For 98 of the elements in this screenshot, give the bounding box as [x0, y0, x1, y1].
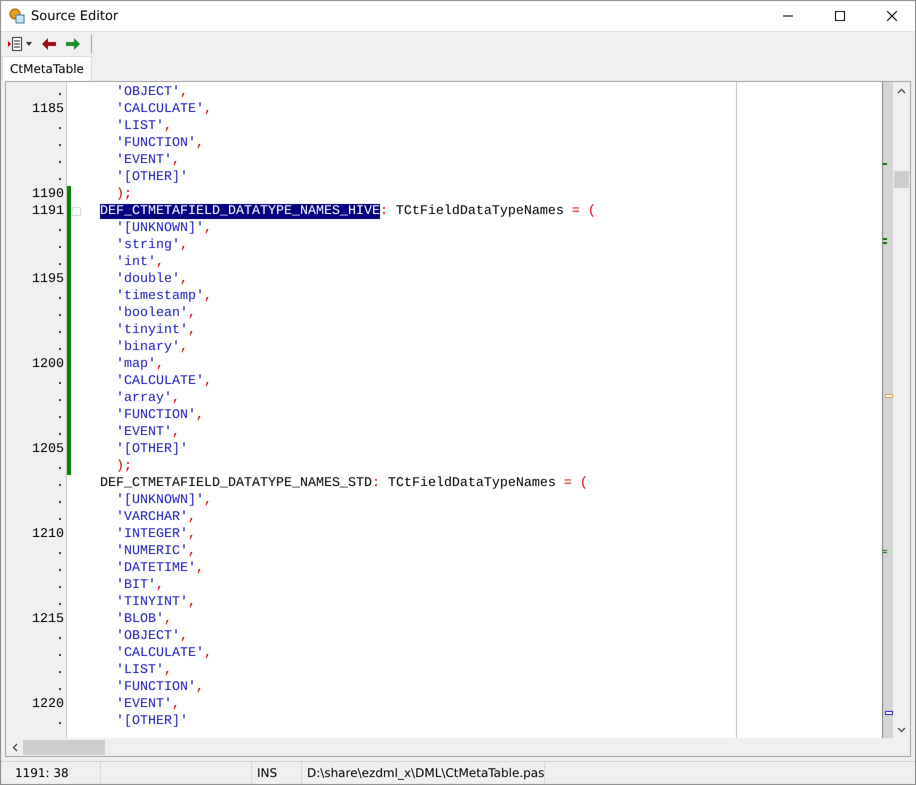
line-number: 1190: [31, 186, 65, 203]
line-number: .: [55, 169, 65, 186]
code-line: 'timestamp',: [114, 288, 212, 305]
line-number: .: [55, 679, 65, 696]
code-line: 'TINYINT',: [114, 594, 196, 611]
code-line: );: [114, 186, 132, 203]
code-line: DEF_CTMETAFIELD_DATATYPE_NAMES_HIVE: TCtFieldDataTypeNames = (: [100, 203, 596, 220]
line-number: .: [55, 713, 65, 730]
line-number: .: [55, 152, 65, 169]
line-number: .: [55, 84, 65, 101]
right-arrow-icon: [65, 37, 81, 51]
code-line: 'BIT',: [114, 577, 164, 594]
chevron-up-icon: [897, 88, 906, 94]
line-number: .: [55, 645, 65, 662]
code-line: 'tinyint',: [114, 322, 196, 339]
cursor-position: 1191: 38: [1, 762, 101, 784]
line-number: 1200: [31, 356, 65, 373]
window-title: Source Editor: [31, 8, 120, 24]
code-line: 'string',: [114, 237, 188, 254]
line-number: .: [55, 220, 65, 237]
ruler-mark: [883, 238, 887, 244]
code-line: 'FUNCTION',: [114, 679, 204, 696]
code-line: 'INTEGER',: [114, 526, 196, 543]
line-number: .: [55, 237, 65, 254]
code-line: 'DATETIME',: [114, 560, 204, 577]
code-line: 'CALCULATE',: [114, 373, 212, 390]
maximize-icon: [835, 11, 845, 21]
line-number: 1220: [31, 696, 65, 713]
line-number: .: [55, 254, 65, 271]
close-icon: [887, 11, 897, 21]
line-number: .: [55, 560, 65, 577]
line-number: .: [55, 322, 65, 339]
code-line: 'OBJECT',: [114, 628, 188, 645]
code-line: '[OTHER]': [114, 441, 188, 458]
line-number: .: [55, 458, 65, 475]
code-line: 'CALCULATE',: [114, 101, 212, 118]
line-number: .: [55, 594, 65, 611]
line-number: .: [55, 339, 65, 356]
scroll-thumb[interactable]: [894, 171, 909, 188]
line-number: .: [55, 288, 65, 305]
code-line: 'EVENT',: [114, 424, 180, 441]
chevron-down-icon: [897, 726, 906, 732]
line-number: .: [55, 118, 65, 135]
line-number: .: [55, 662, 65, 679]
code-line: 'CALCULATE',: [114, 645, 212, 662]
file-path: D:\share\ezdml_x\DML\CtMetaTable.pas: [302, 762, 546, 784]
code-line: 'VARCHAR',: [114, 509, 196, 526]
code-line: );: [114, 458, 132, 475]
ruler-mark: [885, 711, 893, 715]
line-number: .: [55, 407, 65, 424]
code-line: 'LIST',: [114, 118, 172, 135]
code-line: '[UNKNOWN]',: [114, 220, 212, 237]
left-arrow-icon: [41, 37, 57, 51]
scroll-thumb[interactable]: [23, 740, 105, 755]
list-icon: [7, 36, 33, 52]
code-line: '[OTHER]': [114, 713, 188, 730]
ruler-mark: [885, 394, 893, 398]
app-icon: [9, 8, 25, 24]
line-number: .: [55, 492, 65, 509]
code-line: 'FUNCTION',: [114, 407, 204, 424]
code-line: 'array',: [114, 390, 180, 407]
code-line: 'binary',: [114, 339, 188, 356]
line-number: .: [55, 305, 65, 322]
code-line: '[UNKNOWN]',: [114, 492, 212, 509]
ruler-mark: [883, 163, 887, 165]
line-number: .: [55, 373, 65, 390]
code-line: 'OBJECT',: [114, 84, 188, 101]
line-number: .: [55, 543, 65, 560]
code-line: 'double',: [114, 271, 188, 288]
code-line: 'LIST',: [114, 662, 172, 679]
line-number: 1195: [31, 271, 65, 288]
line-number: .: [55, 424, 65, 441]
fold-marker-icon[interactable]: [72, 207, 81, 216]
code-line: 'map',: [114, 356, 164, 373]
code-line: 'EVENT',: [114, 696, 180, 713]
line-number: .: [55, 475, 65, 492]
code-line: 'boolean',: [114, 305, 196, 322]
line-number: 1185: [31, 101, 65, 118]
line-number: .: [55, 509, 65, 526]
code-line: 'EVENT',: [114, 152, 180, 169]
line-number: 1205: [31, 441, 65, 458]
line-number: 1191: [31, 203, 65, 220]
line-number: 1210: [31, 526, 65, 543]
line-number: 1215: [31, 611, 65, 628]
insert-mode: INS: [252, 762, 302, 784]
code-line: DEF_CTMETAFIELD_DATATYPE_NAMES_STD: TCtFieldDataTypeNames = (: [100, 475, 588, 492]
line-number: .: [55, 135, 65, 152]
code-line: 'FUNCTION',: [114, 135, 204, 152]
code-line: 'NUMERIC',: [114, 543, 196, 560]
code-line: '[OTHER]': [114, 169, 188, 186]
line-number: .: [55, 577, 65, 594]
file-tab[interactable]: CtMetaTable: [2, 56, 92, 81]
code-line: 'BLOB',: [114, 611, 172, 628]
code-line: 'int',: [114, 254, 164, 271]
chevron-left-icon: [12, 743, 18, 752]
ruler-mark: [883, 550, 887, 554]
line-number: .: [55, 628, 65, 645]
line-number: .: [55, 390, 65, 407]
